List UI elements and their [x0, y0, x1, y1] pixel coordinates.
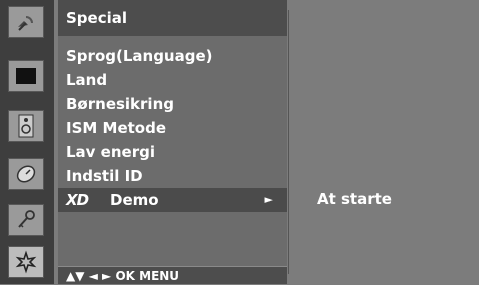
- submenu-panel: At starte: [288, 10, 479, 274]
- menu-item-country[interactable]: Land: [58, 68, 287, 92]
- demo-label: Demo: [110, 191, 159, 209]
- menu-title: Special: [58, 0, 287, 36]
- menu-item-child-lock[interactable]: Børnesikring: [58, 92, 287, 116]
- menu-item-demo[interactable]: XD Demo ►: [58, 188, 287, 212]
- menu-panel: Special Sprog(Language) Land Børnesikrin…: [58, 0, 287, 284]
- key-icon[interactable]: [8, 204, 44, 236]
- sidebar: [0, 0, 54, 284]
- navigation-hint: ▲▼ ◄ ► OK MENU: [58, 266, 287, 284]
- xd-logo: XD: [66, 191, 89, 209]
- picture-icon[interactable]: [8, 60, 44, 92]
- menu-item-low-power[interactable]: Lav energi: [58, 140, 287, 164]
- satellite-icon[interactable]: [8, 6, 44, 38]
- speaker-icon[interactable]: [8, 110, 44, 142]
- settings-icon[interactable]: [8, 246, 44, 278]
- menu-item-ism-method[interactable]: ISM Metode: [58, 116, 287, 140]
- submenu-start-option[interactable]: At starte: [317, 190, 392, 208]
- clock-icon[interactable]: [8, 158, 44, 190]
- menu-item-set-id[interactable]: Indstil ID: [58, 164, 287, 188]
- submenu-arrow-icon: ►: [264, 193, 273, 206]
- menu-item-language[interactable]: Sprog(Language): [58, 44, 287, 68]
